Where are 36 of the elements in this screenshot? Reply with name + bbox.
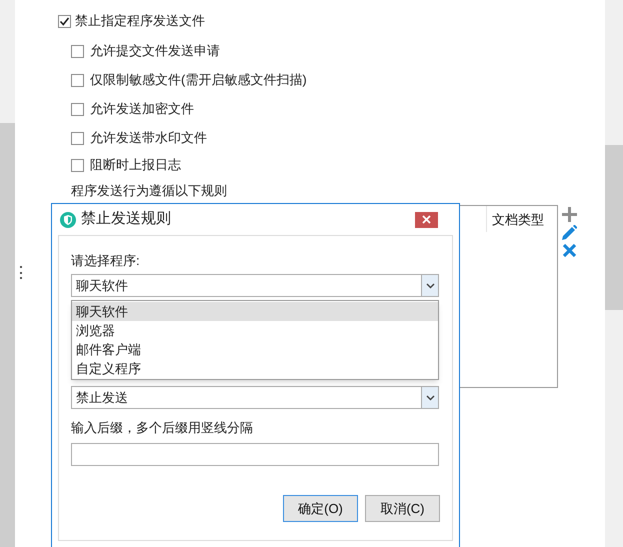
dialog-button[interactable]: 取消(C) xyxy=(365,495,440,522)
dropdown[interactable]: 聊天软件 xyxy=(71,274,439,297)
dropdown-option[interactable]: 自定义程序 xyxy=(72,359,438,378)
pencil-icon[interactable] xyxy=(562,225,577,240)
suffix-input[interactable] xyxy=(71,443,439,466)
splitter-grip-icon[interactable] xyxy=(19,266,22,279)
close-icon[interactable] xyxy=(422,215,431,224)
checkbox[interactable] xyxy=(71,102,84,116)
dialog-button[interactable]: 确定(O) xyxy=(283,495,358,522)
checkbox[interactable] xyxy=(71,44,84,58)
checkbox-label: 禁止指定程序发送文件 xyxy=(75,12,205,30)
checkbox[interactable] xyxy=(58,14,71,28)
close-button[interactable] xyxy=(415,212,438,228)
scrollbar-thumb[interactable] xyxy=(605,145,623,310)
dropdown-option[interactable]: 浏览器 xyxy=(72,321,438,340)
chevron-down-icon[interactable] xyxy=(421,387,438,408)
section-label: 程序发送行为遵循以下规则 xyxy=(71,182,228,200)
field-label: 输入后缀，多个后缀用竖线分隔 xyxy=(71,419,254,436)
dropdown[interactable]: 禁止发送 xyxy=(71,386,439,409)
checkbox-label: 允许发送加密文件 xyxy=(90,100,194,118)
checkbox[interactable] xyxy=(71,74,84,86)
shield-icon xyxy=(60,212,76,228)
checkbox[interactable] xyxy=(71,158,84,172)
chevron-down-icon[interactable] xyxy=(421,275,438,296)
dialog-title: 禁止发送规则 xyxy=(81,209,171,230)
dropdown-option[interactable]: 聊天软件 xyxy=(72,302,438,321)
add-icon[interactable] xyxy=(562,207,577,222)
field-label: 请选择程序: xyxy=(71,252,141,269)
delete-icon[interactable] xyxy=(562,243,577,258)
column-header[interactable]: 文档类型 xyxy=(486,206,557,232)
dropdown-option[interactable]: 邮件客户端 xyxy=(72,340,438,359)
checkbox-label: 阻断时上报日志 xyxy=(90,156,181,174)
checkbox-label: 允许发送带水印文件 xyxy=(90,129,207,148)
checkbox[interactable] xyxy=(71,132,84,144)
checkbox-label: 仅限制敏感文件(需开启敏感文件扫描) xyxy=(90,71,307,90)
checkbox-label: 允许提交文件发送申请 xyxy=(90,42,220,60)
